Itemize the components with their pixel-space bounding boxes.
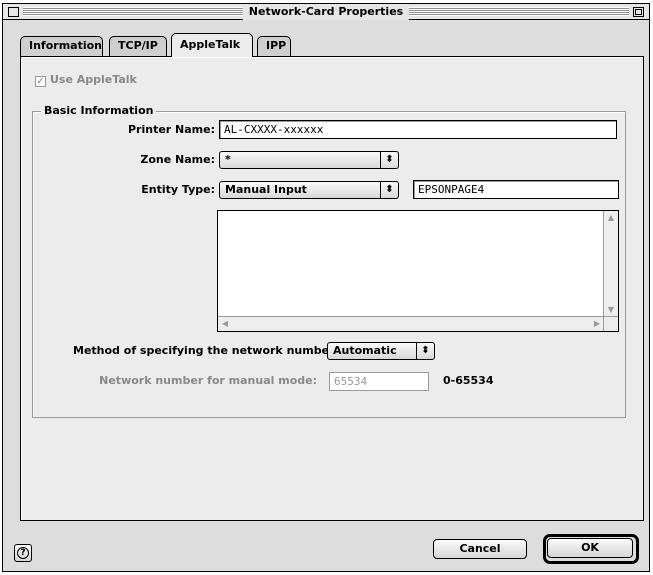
method-value: Automatic (333, 344, 397, 357)
network-card-properties-window: Network-Card Properties Information TCP/… (2, 3, 650, 572)
scroll-up-icon[interactable]: ▲ (604, 211, 618, 225)
appletalk-tab-pane: ✓ Use AppleTalk Basic Information Printer… (20, 56, 644, 521)
printer-name-field[interactable]: AL-CXXXX-xxxxxx (219, 120, 617, 139)
popup-arrows-icon: ⬍ (380, 152, 398, 168)
use-appletalk-label: Use AppleTalk (50, 73, 137, 86)
method-label: Method of specifying the network number: (73, 344, 339, 357)
zone-name-value: * (225, 153, 231, 166)
network-number-field[interactable]: 65534 (329, 372, 429, 391)
tab-information[interactable]: Information (20, 36, 103, 56)
basic-information-title: Basic Information (41, 104, 157, 117)
window-title: Network-Card Properties (242, 4, 410, 20)
checkmark-icon: ✓ (35, 76, 46, 87)
ok-button[interactable]: OK (547, 538, 633, 558)
question-mark-icon: ? (17, 547, 29, 559)
popup-arrows-icon: ⬍ (416, 343, 434, 359)
entity-type-value: Manual Input (225, 183, 307, 196)
help-button[interactable]: ? (14, 544, 32, 562)
vertical-scrollbar[interactable]: ▲ ▼ (603, 211, 618, 317)
popup-arrows-icon: ⬍ (380, 182, 398, 198)
use-appletalk-checkbox[interactable]: ✓ Use AppleTalk (35, 73, 137, 87)
printer-name-label: Printer Name: (127, 123, 215, 136)
tab-appletalk[interactable]: AppleTalk (171, 33, 253, 57)
entity-type-popup[interactable]: Manual Input ⬍ (219, 181, 399, 199)
entity-type-field[interactable]: EPSONPAGE4 (413, 180, 619, 199)
scroll-left-icon[interactable]: ◀ (218, 317, 232, 331)
zoom-box-icon[interactable] (633, 7, 644, 17)
method-popup[interactable]: Automatic ⬍ (327, 342, 435, 360)
scroll-right-icon[interactable]: ▶ (590, 317, 604, 331)
network-number-label: Network number for manual mode: (99, 374, 317, 387)
network-number-range: 0-65534 (443, 374, 494, 387)
default-button-ring: OK (543, 534, 639, 564)
tab-ipp[interactable]: IPP (257, 36, 291, 56)
tab-tcpip[interactable]: TCP/IP (109, 36, 167, 56)
cancel-button[interactable]: Cancel (433, 539, 527, 559)
zone-name-popup[interactable]: * ⬍ (219, 151, 399, 169)
title-bar[interactable]: Network-Card Properties (3, 4, 649, 20)
scroll-down-icon[interactable]: ▼ (604, 303, 618, 317)
scroll-corner (603, 316, 618, 331)
close-box-icon[interactable] (8, 7, 19, 17)
entity-list-box[interactable]: ▲ ▼ ◀ ▶ (217, 210, 619, 332)
horizontal-scrollbar[interactable]: ◀ ▶ (218, 316, 604, 331)
zone-name-label: Zone Name: (140, 153, 215, 166)
entity-type-label: Entity Type: (141, 183, 215, 196)
